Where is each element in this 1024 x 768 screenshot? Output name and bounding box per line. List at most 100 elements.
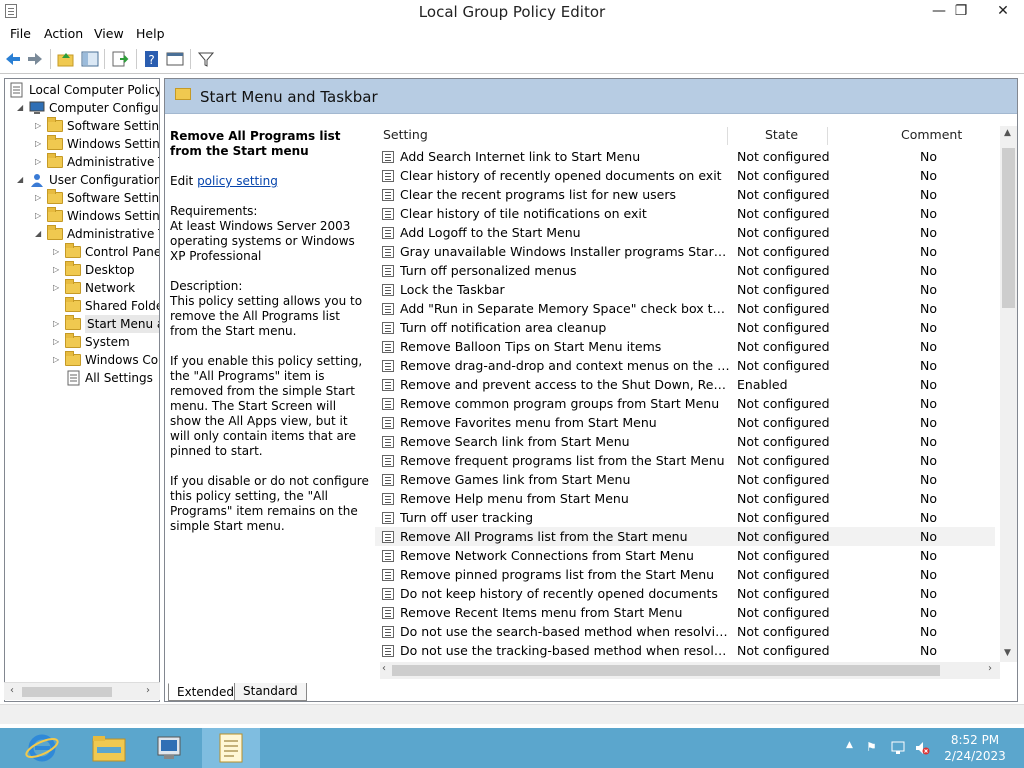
settings-horizontal-scrollbar[interactable]: ‹ › — [380, 662, 1000, 679]
tree-item[interactable]: ▷ Control Panel — [5, 243, 159, 261]
export-list-icon[interactable] — [111, 50, 129, 68]
expand-arrow-icon[interactable]: ▷ — [53, 315, 61, 333]
setting-row[interactable]: Remove and prevent access to the Shut Do… — [375, 375, 995, 394]
policy-setting-link[interactable]: policy setting — [197, 174, 278, 188]
taskbar-group-policy-editor[interactable] — [202, 728, 260, 768]
tree-item[interactable]: ▷ Administrative Te — [5, 153, 159, 171]
tree-item[interactable]: ▷ System — [5, 333, 159, 351]
column-header-state[interactable]: State — [765, 123, 798, 147]
column-divider[interactable] — [827, 127, 828, 145]
setting-row[interactable]: Remove Search link from Start Menu Not co… — [375, 432, 995, 451]
tree-item[interactable]: ▷ Windows Cor — [5, 351, 159, 369]
setting-row[interactable]: Do not keep history of recently opened d… — [375, 584, 995, 603]
expand-arrow-icon[interactable]: ▷ — [53, 351, 61, 369]
menu-action[interactable]: Action — [44, 26, 83, 41]
setting-row[interactable]: Turn off notification area cleanup Not co… — [375, 318, 995, 337]
setting-row[interactable]: Clear history of recently opened documen… — [375, 166, 995, 185]
tree-scroll-thumb[interactable] — [22, 687, 112, 697]
up-folder-icon[interactable] — [57, 50, 75, 68]
help-icon[interactable]: ? — [143, 50, 161, 68]
scroll-right-arrow-icon[interactable]: › — [988, 663, 992, 674]
expand-arrow-icon[interactable] — [53, 369, 61, 387]
menu-file[interactable]: File — [10, 26, 31, 41]
network-icon[interactable] — [890, 740, 906, 756]
setting-row[interactable]: Add Logoff to the Start Menu Not configur… — [375, 223, 995, 242]
settings-vertical-scrollbar[interactable]: ▲ ▼ — [1000, 126, 1017, 662]
tree-item[interactable]: All Settings — [5, 369, 159, 387]
tree-item[interactable]: ◢ Computer Configura — [5, 99, 159, 117]
scroll-up-arrow-icon[interactable]: ▲ — [1004, 128, 1011, 138]
scroll-down-arrow-icon[interactable]: ▼ — [1004, 648, 1011, 658]
properties-icon[interactable] — [166, 50, 184, 68]
action-center-flag-icon[interactable]: ⚑ — [866, 740, 877, 754]
tab-standard[interactable]: Standard — [234, 683, 307, 701]
tree-item[interactable]: ▷ Windows Setting — [5, 135, 159, 153]
expand-arrow-icon[interactable]: ▷ — [53, 243, 61, 261]
tree-item[interactable]: ▷ Software Settings — [5, 189, 159, 207]
tree-item[interactable]: ▷ Desktop — [5, 261, 159, 279]
vertical-scroll-thumb[interactable] — [1002, 148, 1015, 308]
expanded-arrow-icon[interactable]: ◢ — [17, 171, 25, 189]
restore-button[interactable]: ❐ — [946, 0, 976, 22]
setting-row[interactable]: Add "Run in Separate Memory Space" check… — [375, 299, 995, 318]
setting-row[interactable]: Remove Network Connections from Start Me… — [375, 546, 995, 565]
setting-row[interactable]: Do not use the tracking-based method whe… — [375, 641, 995, 660]
expand-arrow-icon[interactable]: ▷ — [35, 117, 43, 135]
setting-row[interactable]: Lock the Taskbar Not configured No — [375, 280, 995, 299]
column-divider[interactable] — [727, 127, 728, 145]
menu-help[interactable]: Help — [136, 26, 165, 41]
taskbar-clock[interactable]: 8:52 PM 2/24/2023 — [940, 732, 1010, 764]
column-header-setting[interactable]: Setting — [383, 123, 428, 147]
tab-extended[interactable]: Extended — [168, 683, 243, 701]
horizontal-scroll-thumb[interactable] — [392, 665, 940, 676]
setting-row[interactable]: Clear history of tile notifications on e… — [375, 204, 995, 223]
tree-item[interactable]: ▷ Network — [5, 279, 159, 297]
forward-arrow-icon[interactable] — [26, 50, 44, 68]
setting-row[interactable]: Remove drag-and-drop and context menus o… — [375, 356, 995, 375]
scroll-left-arrow-icon[interactable]: ‹ — [382, 663, 386, 674]
setting-row[interactable]: Remove Favorites menu from Start Menu Not… — [375, 413, 995, 432]
taskbar-internet-explorer[interactable] — [14, 728, 72, 768]
menu-view[interactable]: View — [94, 26, 124, 41]
setting-row[interactable]: Turn off user tracking Not configured No — [375, 508, 995, 527]
taskbar-server-manager[interactable] — [141, 728, 199, 768]
setting-row[interactable]: Remove Help menu from Start Menu Not conf… — [375, 489, 995, 508]
show-hidden-icons[interactable]: ▲ — [846, 740, 853, 750]
close-button[interactable]: ✕ — [982, 0, 1024, 22]
tree-item[interactable]: ▷ Windows Setting — [5, 207, 159, 225]
expand-arrow-icon[interactable]: ▷ — [53, 333, 61, 351]
taskbar-file-explorer[interactable] — [80, 728, 138, 768]
expand-arrow-icon[interactable]: ▷ — [53, 261, 61, 279]
tree-item[interactable]: ▷ Software Settings — [5, 117, 159, 135]
setting-row[interactable]: Remove frequent programs list from the S… — [375, 451, 995, 470]
tree-horizontal-scrollbar[interactable]: ‹ › — [4, 682, 160, 700]
setting-row[interactable]: Remove All Programs list from the Start … — [375, 527, 995, 546]
expanded-arrow-icon[interactable]: ◢ — [35, 225, 43, 243]
expand-arrow-icon[interactable]: ▷ — [35, 135, 43, 153]
setting-row[interactable]: Remove Recent Items menu from Start Menu… — [375, 603, 995, 622]
expand-arrow-icon[interactable]: ▷ — [35, 153, 43, 171]
expand-arrow-icon[interactable] — [53, 297, 61, 315]
setting-row[interactable]: Turn off personalized menus Not configure… — [375, 261, 995, 280]
tree-item[interactable]: Shared Folder — [5, 297, 159, 315]
show-hide-tree-icon[interactable] — [81, 50, 99, 68]
setting-row[interactable]: Remove pinned programs list from the Sta… — [375, 565, 995, 584]
scroll-left-arrow-icon[interactable]: ‹ — [10, 685, 14, 696]
tree-item[interactable]: ▷ Start Menu ar — [5, 315, 159, 333]
setting-row[interactable]: Do not use the search-based method when … — [375, 622, 995, 641]
console-tree[interactable]: Local Computer Policy ◢ Computer Configura… — [4, 78, 160, 702]
setting-row[interactable]: Remove Balloon Tips on Start Menu items N… — [375, 337, 995, 356]
back-arrow-icon[interactable] — [4, 50, 22, 68]
setting-row[interactable]: Clear the recent programs list for new u… — [375, 185, 995, 204]
setting-row[interactable]: Gray unavailable Windows Installer progr… — [375, 242, 995, 261]
expand-arrow-icon[interactable]: ▷ — [35, 189, 43, 207]
column-header-comment[interactable]: Comment — [901, 123, 962, 147]
tree-item[interactable]: ◢ Administrative Te — [5, 225, 159, 243]
expand-arrow-icon[interactable]: ▷ — [35, 207, 43, 225]
setting-row[interactable]: Remove common program groups from Start … — [375, 394, 995, 413]
expanded-arrow-icon[interactable]: ◢ — [17, 99, 25, 117]
scroll-right-arrow-icon[interactable]: › — [146, 685, 150, 696]
tree-item[interactable]: ◢ User Configuration — [5, 171, 159, 189]
filter-icon[interactable] — [197, 50, 215, 68]
volume-muted-icon[interactable] — [914, 740, 930, 756]
